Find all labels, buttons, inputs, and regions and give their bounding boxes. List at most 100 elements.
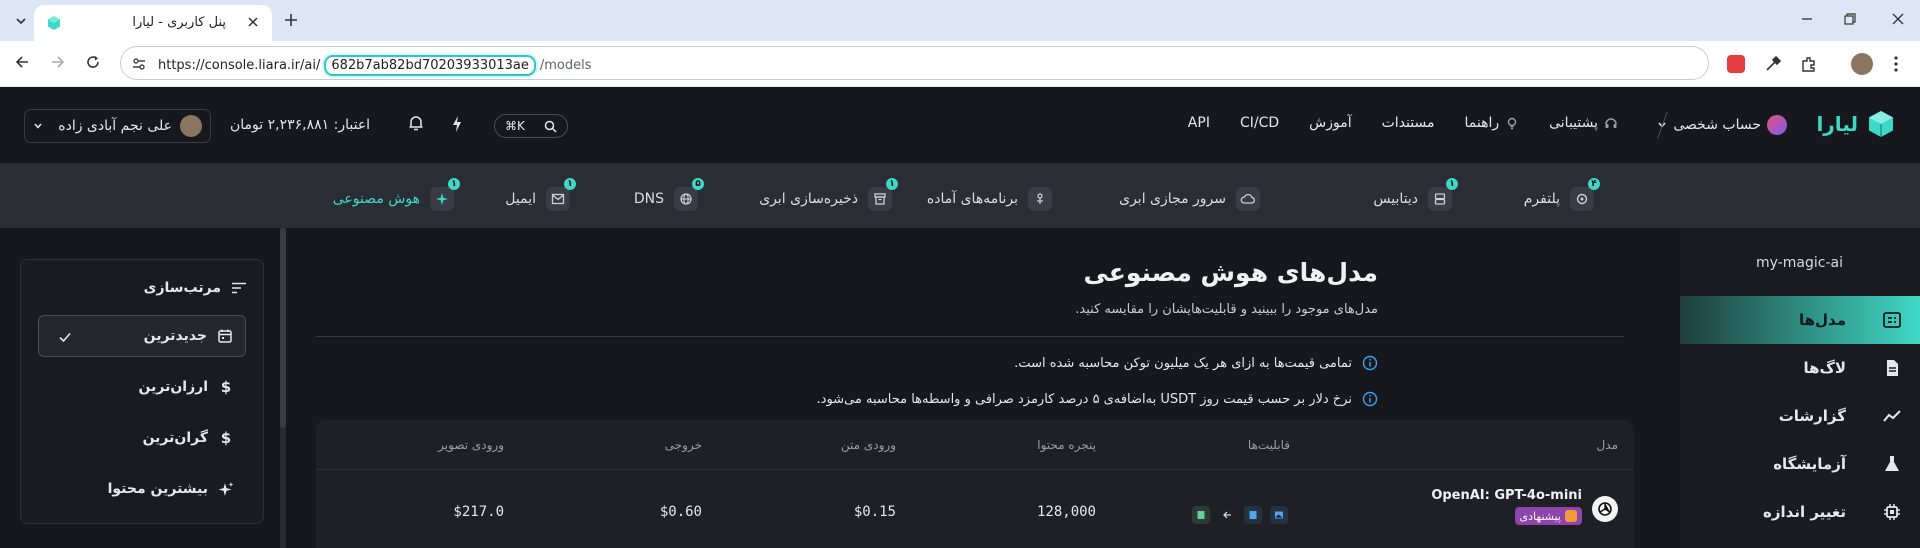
sidebar-item-reports[interactable]: گزارشات <box>1680 392 1920 440</box>
nav-api[interactable]: API <box>1188 115 1210 131</box>
sort-option-most-expensive[interactable]: $ گران‌ترین <box>38 417 246 459</box>
document-input-icon <box>1244 506 1262 524</box>
url-id-highlight: 682b7ab82bd70203933013ae <box>324 55 536 76</box>
lightbulb-icon <box>1507 117 1517 130</box>
arrow-left-icon <box>1218 506 1236 524</box>
new-tab-icon[interactable] <box>282 11 300 29</box>
chip-icon <box>1884 504 1900 520</box>
search-icon <box>544 120 557 133</box>
context-value: 128,000 <box>1036 504 1096 520</box>
liara-logo[interactable]: لیارا <box>1816 109 1896 139</box>
address-bar[interactable]: https://console.liara.ir/ai/ 682b7ab82bd… <box>120 46 1709 80</box>
liara-favicon-icon <box>48 16 60 30</box>
nav-education[interactable]: آموزش <box>1309 115 1351 131</box>
account-switcher[interactable]: حساب شخصی <box>1657 115 1787 135</box>
user-name: علی نجم آبادی زاده <box>58 118 172 134</box>
app-header: لیارا حساب شخصی پشتیبانی راهنما مستندات … <box>0 87 1920 164</box>
tab-list-button[interactable] <box>8 8 34 34</box>
sort-option-label: گران‌ترین <box>142 430 208 446</box>
service-email-item[interactable]: ۱ ایمیل <box>505 178 576 211</box>
nav-support[interactable]: پشتیبانی <box>1549 115 1618 131</box>
sidebar-item-models[interactable]: مدل‌ها <box>1680 296 1920 344</box>
nav-docs[interactable]: مستندات <box>1382 115 1435 131</box>
close-tab-icon[interactable] <box>246 15 260 29</box>
sort-header: مرتب‌سازی <box>144 280 247 296</box>
browser-toolbar: https://console.liara.ir/ai/ 682b7ab82bd… <box>0 41 1920 87</box>
trend-line-icon <box>1883 410 1901 422</box>
content-divider <box>316 336 1624 337</box>
sort-option-cheapest[interactable]: $ ارزان‌ترین <box>38 366 246 408</box>
service-label: دیتابیس <box>1373 191 1418 207</box>
service-dns[interactable]: ۵ DNS <box>634 178 704 211</box>
gift-icon <box>1565 510 1577 522</box>
page-subtitle: مدل‌های موجود را ببینید و قابلیت‌هایشان … <box>1075 302 1378 317</box>
profile-avatar[interactable] <box>1851 53 1873 75</box>
service-label: ذخیره‌سازی ابری <box>759 191 858 207</box>
chevron-down-icon <box>16 18 26 25</box>
extensions-puzzle-icon[interactable] <box>1800 55 1818 73</box>
service-badge: ۱ <box>886 178 898 190</box>
liara-logo-icon <box>1869 111 1893 137</box>
kebab-menu-icon[interactable] <box>1893 55 1899 73</box>
lightning-icon[interactable] <box>451 115 463 133</box>
check-icon <box>59 332 71 343</box>
forward-arrow-icon[interactable] <box>50 54 66 70</box>
badge-label: پیشنهادی <box>1519 509 1561 523</box>
sparkles-icon: ۱ <box>430 178 460 211</box>
document-icon <box>1887 360 1898 376</box>
dollar-icon: $ <box>220 429 232 447</box>
image-input-price: $217.0 <box>453 504 504 520</box>
service-badge: ۱ <box>1446 178 1458 190</box>
service-badge: ۵ <box>692 178 704 190</box>
tab-title: پنل کاربری - لیارا <box>132 15 226 30</box>
sort-title: مرتب‌سازی <box>143 280 221 296</box>
service-badge: ۱ <box>448 178 460 190</box>
sidebar-item-resize[interactable]: تغییر اندازه <box>1680 488 1920 536</box>
site-info-icon[interactable] <box>131 56 147 72</box>
back-arrow-icon[interactable] <box>14 54 30 70</box>
document-output-icon <box>1192 506 1210 524</box>
sort-option-most-context[interactable]: بیشترین محتوا <box>38 468 246 510</box>
eyedropper-icon[interactable] <box>1764 55 1782 73</box>
minimize-icon[interactable] <box>1800 12 1814 26</box>
models-table: مدل قابلیت‌ها پنجره محتوا ورودی متن خروج… <box>316 420 1634 548</box>
sort-option-newest[interactable]: جدیدترین <box>38 315 246 357</box>
sidebar-item-logs[interactable]: لاگ‌ها <box>1680 344 1920 392</box>
restore-icon[interactable] <box>1843 12 1857 26</box>
workspace-name: my-magic-ai <box>1756 255 1843 271</box>
bell-icon[interactable] <box>407 114 425 132</box>
service-ready-apps[interactable]: برنامه‌های آماده <box>927 187 1052 211</box>
service-cloud-server[interactable]: سرور مجازی ابری <box>1119 187 1260 211</box>
account-avatar <box>1767 115 1787 135</box>
nav-guide[interactable]: راهنما <box>1464 115 1519 131</box>
logo-text: لیارا <box>1816 112 1858 136</box>
service-database[interactable]: ۱ دیتابیس <box>1373 178 1458 211</box>
url-text: https://console.liara.ir/ai/ 682b7ab82bd… <box>158 55 592 76</box>
col-context: پنجره محتوا <box>1037 438 1096 452</box>
close-window-icon[interactable] <box>1891 12 1905 26</box>
col-text-input: ورودی متن <box>840 438 896 452</box>
service-ai[interactable]: ۱ هوش مصنوعی <box>333 178 460 211</box>
sidebar-item-lab[interactable]: آزمایشگاه <box>1680 440 1920 488</box>
service-storage[interactable]: ۱ ذخیره‌سازی ابری <box>759 178 898 211</box>
nav-cicd[interactable]: CI/CD <box>1240 115 1279 131</box>
extension-s-icon[interactable] <box>1727 55 1745 73</box>
user-menu[interactable]: علی نجم آبادی زاده <box>24 109 211 143</box>
sort-option-label: بیشترین محتوا <box>107 481 208 497</box>
service-label: پلتفرم <box>1523 191 1560 207</box>
openai-logo-icon <box>1592 496 1618 522</box>
sidebar-item-label: گزارشات <box>1778 407 1846 425</box>
col-image-input: ورودی تصویر <box>438 438 504 452</box>
reload-icon[interactable] <box>85 54 101 70</box>
service-platform[interactable]: ۴ پلتفرم <box>1523 178 1600 211</box>
model-name: OpenAI: GPT-4o-mini <box>1431 488 1582 503</box>
sort-lines-icon <box>232 282 246 294</box>
cloud-icon <box>1236 187 1260 211</box>
search-button[interactable]: ⌘K <box>494 114 568 138</box>
note-text: نرخ دلار بر حسب قیمت روز USDT به‌اضافه‌ی… <box>816 391 1352 407</box>
scrollbar-thumb[interactable] <box>280 228 286 428</box>
ready-apps-icon <box>1028 187 1052 211</box>
info-icon <box>1362 391 1378 407</box>
credit-balance: اعتبار: ۲,۲۳۶,۸۸۱ تومان <box>230 117 371 133</box>
browser-tab[interactable]: پنل کاربری - لیارا <box>34 5 272 41</box>
